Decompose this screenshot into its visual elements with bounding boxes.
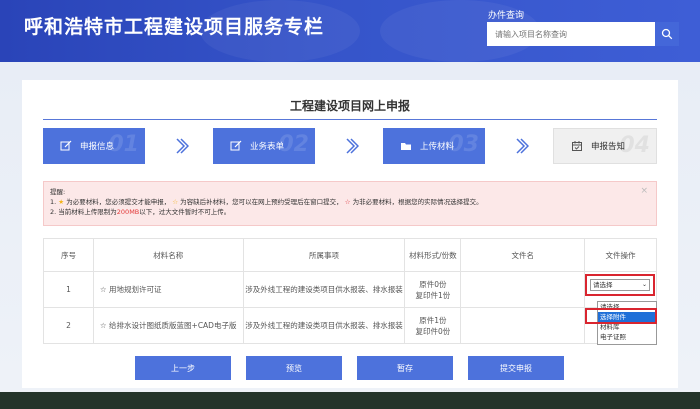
upload-limit: 200MB <box>116 208 140 216</box>
alert-line-1: 1. ★ 为必要材料，您必须提交才能申报， ☆ 为容缺后补材料，您可以在网上预约… <box>50 197 650 207</box>
column-header: 材料形式/份数 <box>404 238 462 272</box>
file-name <box>460 271 586 308</box>
step-notice[interactable]: 申报告知 04 <box>553 128 657 164</box>
search-icon <box>661 28 673 40</box>
notice-alert: 提醒: 1. ★ 为必要材料，您必须提交才能申报， ☆ 为容缺后补材料，您可以在… <box>43 181 657 226</box>
column-header: 序号 <box>43 238 94 272</box>
alert-text: 以下，过大文件暂时不可上传。 <box>139 208 231 216</box>
title-divider <box>43 119 657 120</box>
step-number: 01 <box>108 132 139 157</box>
table-row: 2 ☆ 给排水设计图纸质版蓝图+CAD电子版 涉及外线工程的建设类项目供水报装、… <box>43 307 657 344</box>
column-header: 所属事项 <box>242 238 406 272</box>
select-value: 请选择 <box>593 281 613 289</box>
material-matter: 涉及外线工程的建设类项目供水报装、排水报装 <box>242 307 406 344</box>
material-matter: 涉及外线工程的建设类项目供水报装、排水报装 <box>242 271 406 308</box>
header-banner: 呼和浩特市工程建设项目服务专栏 办件查询 <box>0 0 700 62</box>
search-input[interactable] <box>487 22 655 46</box>
step-upload-materials[interactable]: 上传材料 03 <box>383 128 485 164</box>
chevron-right-icon <box>516 138 529 154</box>
column-header: 材料名称 <box>92 238 244 272</box>
column-header: 文件操作 <box>584 238 657 272</box>
alert-text: 为必要材料，您必须提交才能申报， <box>66 198 171 206</box>
form-copy: 复印件0份 <box>415 326 451 336</box>
preview-button[interactable]: 预览 <box>246 356 342 380</box>
form-original: 原件0份 <box>419 279 447 289</box>
alert-heading: 提醒: <box>50 188 66 196</box>
form-original: 原件1份 <box>419 315 447 325</box>
calendar-icon <box>572 141 582 151</box>
step-apply-info[interactable]: 申报信息 01 <box>43 128 145 164</box>
search-button[interactable] <box>655 22 679 46</box>
site-title: 呼和浩特市工程建设项目服务专栏 <box>24 16 325 38</box>
file-name <box>460 307 586 344</box>
submit-button[interactable]: 提交申报 <box>468 356 564 380</box>
form-copy: 复印件1份 <box>415 290 451 300</box>
page-title: 工程建设项目网上申报 <box>289 99 410 113</box>
alert-line-2: 2. 当前材料上传限制为200MB以下，过大文件暂时不可上传。 <box>50 207 650 217</box>
edit-icon <box>60 140 72 151</box>
save-draft-button[interactable]: 暂存 <box>357 356 453 380</box>
column-header: 文件名 <box>460 238 586 272</box>
table-header-row: 序号 材料名称 所属事项 材料形式/份数 文件名 文件操作 <box>43 238 657 272</box>
star-hollow-icon: ☆ <box>172 198 179 206</box>
alert-text: 1. <box>50 198 57 206</box>
row-index: 1 <box>43 271 94 308</box>
alert-text: 为非必要材料，根据您的实际情况选择提交。 <box>352 198 483 206</box>
step-number: 03 <box>448 132 479 157</box>
material-form: 原件0份 复印件1份 <box>404 271 462 308</box>
star-hollow-icon: ☆ <box>344 198 351 206</box>
footer-bar <box>0 392 700 409</box>
folder-icon <box>401 143 411 150</box>
step-number: 04 <box>619 133 650 158</box>
material-form: 原件1份 复印件0份 <box>404 307 462 344</box>
material-name: ☆ 给排水设计图纸质版蓝图+CAD电子版 <box>92 307 244 344</box>
step-number: 02 <box>278 132 309 157</box>
alert-text: 2. 当前材料上传限制为 <box>50 208 117 216</box>
dropdown-option[interactable]: 电子证照 <box>598 332 656 342</box>
table-row: 1 ☆ 用地规划许可证 涉及外线工程的建设类项目供水报装、排水报装 原件0份 复… <box>43 271 657 308</box>
row-index: 2 <box>43 307 94 344</box>
file-action-select[interactable]: 请选择 ⌄ <box>590 279 650 291</box>
chevron-right-icon <box>346 138 359 154</box>
option-highlight-box <box>585 308 657 324</box>
edit-icon <box>230 140 242 151</box>
chevron-down-icon: ⌄ <box>641 281 647 288</box>
alert-text: 为容缺后补材料，您可以在网上预约受理后在窗口提交， <box>180 198 343 206</box>
file-action-select-highlight: 请选择 ⌄ <box>585 274 655 296</box>
materials-table: 序号 材料名称 所属事项 材料形式/份数 文件名 文件操作 1 ☆ 用地规划许可… <box>43 238 657 344</box>
star-filled-icon: ★ <box>58 198 65 206</box>
chevron-right-icon <box>176 138 189 154</box>
step-business-form[interactable]: 业务表单 02 <box>213 128 315 164</box>
material-name: ☆ 用地规划许可证 <box>92 271 244 308</box>
main-panel: 工程建设项目网上申报 申报信息 01 业务表单 02 上传材料 03 申报告知 … <box>22 80 678 388</box>
search-label: 办件查询 <box>488 11 525 21</box>
close-icon[interactable]: × <box>640 186 648 196</box>
prev-step-button[interactable]: 上一步 <box>135 356 231 380</box>
